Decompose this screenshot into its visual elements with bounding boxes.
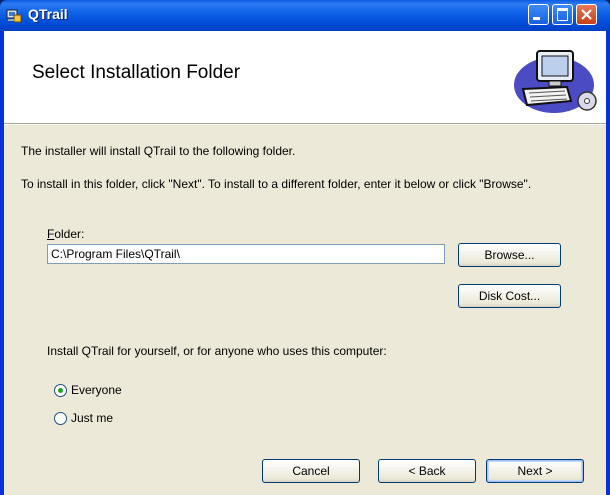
radio-everyone[interactable] <box>54 384 67 397</box>
folder-label: Folder: <box>47 227 85 241</box>
disk-cost-button-label: Disk Cost... <box>478 289 541 303</box>
back-button-label: < Back <box>408 464 446 478</box>
page-title: Select Installation Folder <box>32 62 241 83</box>
browse-button[interactable]: Browse... <box>458 243 561 267</box>
intro-text: The installer will install QTrail to the… <box>21 144 296 158</box>
radio-just-me-label: Just me <box>71 411 114 425</box>
minimize-button[interactable] <box>528 4 549 25</box>
cancel-button[interactable]: Cancel <box>262 459 360 483</box>
disk-cost-button[interactable]: Disk Cost... <box>458 284 561 308</box>
close-icon <box>581 9 592 20</box>
setup-computer-icon <box>509 43 601 122</box>
maximize-button[interactable] <box>552 4 573 25</box>
radio-everyone-label: Everyone <box>71 383 122 397</box>
radio-just-me[interactable] <box>54 412 67 425</box>
next-button-label: Next > <box>517 464 553 478</box>
folder-path-input[interactable] <box>47 244 445 264</box>
cancel-button-label: Cancel <box>292 464 330 478</box>
radio-option-everyone[interactable]: Everyone <box>54 383 174 399</box>
banner-divider <box>4 124 606 125</box>
back-button[interactable]: < Back <box>378 459 476 483</box>
install-scope-question: Install QTrail for yourself, or for anyo… <box>47 344 387 358</box>
close-button[interactable] <box>576 4 597 25</box>
window-title: QTrail <box>28 6 68 22</box>
instructions-text: To install in this folder, click "Next".… <box>21 177 532 191</box>
installer-window: QTrail Select Installation Folder The in… <box>0 0 610 495</box>
title-bar[interactable]: QTrail <box>0 0 610 31</box>
radio-option-just-me[interactable]: Just me <box>54 411 174 427</box>
installer-app-icon <box>6 7 22 23</box>
dialog-client-area: Select Installation Folder The installer… <box>4 31 606 495</box>
next-button[interactable]: Next > <box>486 459 584 483</box>
header-banner: Select Installation Folder <box>4 31 606 124</box>
browse-button-label: Browse... <box>484 248 535 262</box>
